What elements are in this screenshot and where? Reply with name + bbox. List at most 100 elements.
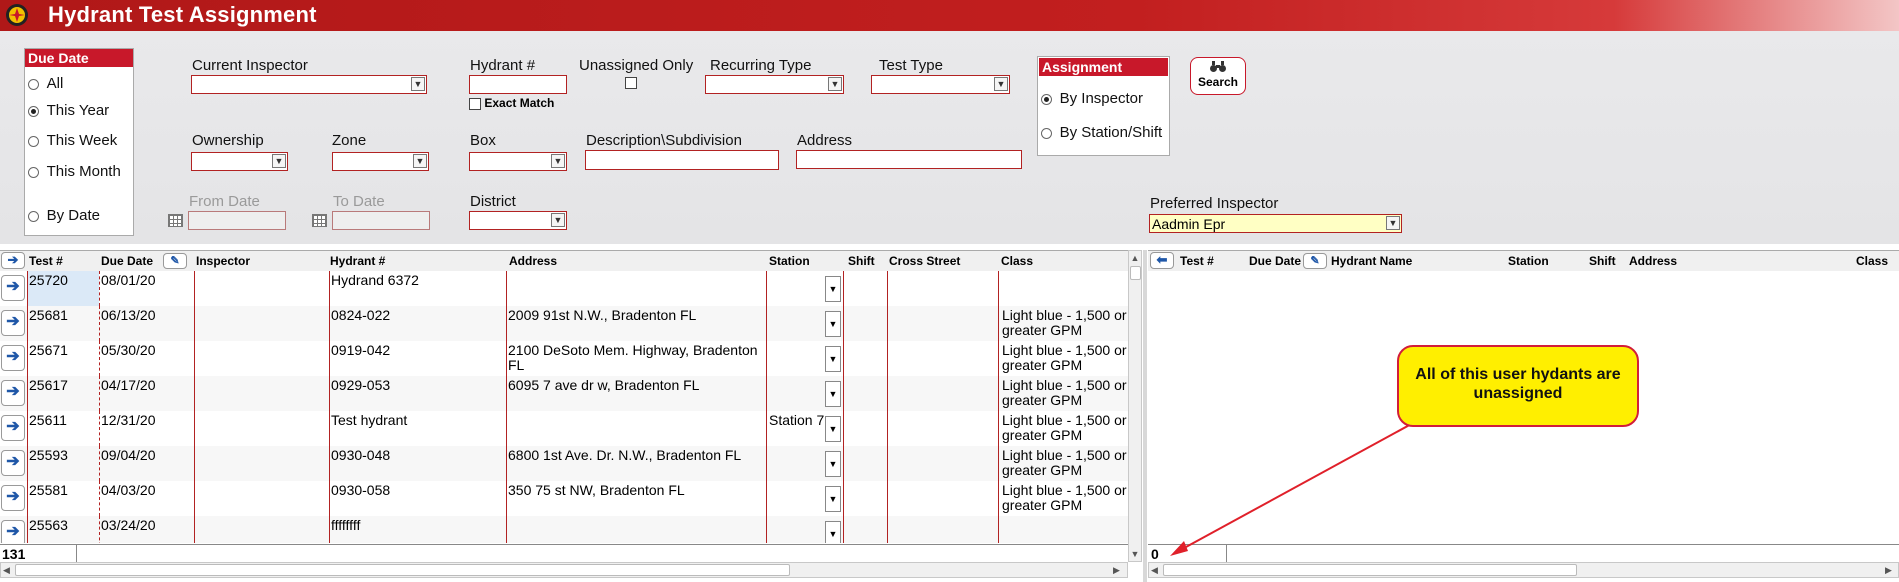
station-dropdown[interactable]: ▼ [825, 486, 841, 512]
column-header[interactable]: Address [1629, 254, 1677, 268]
due-date-option-by-date[interactable]: By Date [28, 207, 100, 224]
edit-pencil-icon[interactable]: ✎ [1303, 253, 1327, 269]
chevron-down-icon[interactable]: ▼ [551, 154, 565, 168]
station-dropdown[interactable]: ▼ [825, 311, 841, 337]
radio-by-station-shift[interactable] [1041, 128, 1052, 140]
assign-arrow-icon[interactable]: ➔ [1, 310, 25, 336]
chevron-down-icon[interactable]: ▼ [551, 213, 565, 227]
column-header[interactable]: Shift [848, 254, 875, 268]
radio-this-year[interactable] [28, 106, 39, 118]
column-header[interactable]: Station [1508, 254, 1549, 268]
column-header[interactable]: Due Date [1249, 254, 1301, 268]
table-row[interactable]: ➔ 25581 04/03/20 0930-058 350 75 st NW, Brad… [0, 481, 1128, 517]
scroll-thumb[interactable] [15, 564, 790, 576]
to-date-input[interactable] [332, 211, 430, 230]
table-row[interactable]: ➔ 25681 06/13/20 0824-022 2009 91st N.W., Br… [0, 306, 1128, 342]
unassigned-only-checkbox-wrap[interactable] [625, 74, 637, 89]
assign-arrow-icon[interactable]: ➔ [1, 380, 25, 406]
column-header[interactable]: Test # [29, 254, 63, 268]
exact-match-checkbox-wrap[interactable]: Exact Match [469, 96, 554, 110]
test-type-dropdown[interactable]: ▼ [871, 75, 1010, 94]
chevron-down-icon[interactable]: ▼ [1386, 216, 1400, 230]
column-header[interactable]: Hydrant # [330, 254, 385, 268]
column-header[interactable]: Due Date [101, 254, 153, 268]
column-header[interactable]: Cross Street [889, 254, 960, 268]
scroll-left-icon[interactable]: ◀ [3, 563, 10, 577]
radio-by-date[interactable] [28, 211, 39, 223]
table-row[interactable]: ➔ 25617 04/17/20 0929-053 6095 7 ave dr w, B… [0, 376, 1128, 412]
scroll-up-icon[interactable]: ▲ [1129, 251, 1141, 265]
assign-arrow-icon[interactable]: ➔ [1, 485, 25, 511]
column-header[interactable]: Class [1001, 254, 1033, 268]
scroll-thumb[interactable] [1163, 564, 1577, 576]
assignment-by-station-shift[interactable]: By Station/Shift [1041, 124, 1162, 141]
assignment-by-inspector[interactable]: By Inspector [1041, 90, 1143, 107]
right-horizontal-scrollbar[interactable]: ◀ ▶ [1148, 562, 1899, 578]
recurring-type-dropdown[interactable]: ▼ [705, 75, 844, 94]
chevron-down-icon[interactable]: ▼ [411, 77, 425, 91]
scroll-right-icon[interactable]: ▶ [1113, 563, 1120, 577]
scroll-down-icon[interactable]: ▼ [1129, 547, 1141, 561]
preferred-inspector-dropdown[interactable]: Aadmin Epr ▼ [1149, 214, 1402, 233]
hydrant-no-input[interactable] [469, 75, 567, 94]
column-header[interactable]: Class [1856, 254, 1888, 268]
edit-pencil-icon[interactable]: ✎ [163, 253, 187, 269]
search-button[interactable]: Search [1190, 57, 1246, 95]
scroll-left-icon[interactable]: ◀ [1151, 563, 1158, 577]
address-input[interactable] [796, 150, 1022, 169]
description-input[interactable] [585, 150, 779, 170]
radio-by-inspector[interactable] [1041, 94, 1052, 106]
station-dropdown[interactable]: ▼ [825, 276, 841, 302]
due-date-option-this-month[interactable]: This Month [28, 163, 121, 180]
zone-label: Zone [332, 132, 367, 149]
pane-splitter[interactable] [1143, 250, 1147, 582]
left-horizontal-scrollbar[interactable]: ◀ ▶ [0, 562, 1128, 578]
assign-arrow-icon[interactable]: ➔ [1, 345, 25, 371]
column-header[interactable]: Inspector [196, 254, 250, 268]
assign-arrow-icon[interactable]: ➔ [1, 520, 25, 543]
due-date-option-this-year[interactable]: This Year [28, 102, 109, 119]
column-header[interactable]: Hydrant Name [1331, 254, 1412, 268]
radio-this-month[interactable] [28, 167, 39, 179]
assign-arrow-icon[interactable]: ➔ [1, 450, 25, 476]
left-vertical-scrollbar[interactable]: ▲ ▼ [1128, 250, 1142, 562]
column-header[interactable]: Shift [1589, 254, 1616, 268]
table-row[interactable]: ➔ 25593 09/04/20 0930-048 6800 1st Ave. Dr. … [0, 446, 1128, 482]
radio-this-week[interactable] [28, 136, 39, 148]
calendar-icon[interactable] [168, 214, 183, 227]
scroll-right-icon[interactable]: ▶ [1885, 563, 1892, 577]
column-header[interactable]: Address [509, 254, 557, 268]
chevron-down-icon[interactable]: ▼ [272, 154, 286, 168]
from-date-input[interactable] [188, 211, 286, 230]
current-inspector-dropdown[interactable]: ▼ [191, 75, 427, 94]
chevron-down-icon[interactable]: ▼ [994, 77, 1008, 91]
table-row[interactable]: ➔ 25563 03/24/20 ffffffff ▼ [0, 516, 1128, 543]
station-dropdown[interactable]: ▼ [825, 521, 841, 543]
district-dropdown[interactable]: ▼ [469, 211, 567, 230]
station-dropdown[interactable]: ▼ [825, 346, 841, 372]
station-dropdown[interactable]: ▼ [825, 416, 841, 442]
assign-arrow-icon[interactable]: ➔ [1, 275, 25, 301]
column-header[interactable]: Station [769, 254, 810, 268]
ownership-dropdown[interactable]: ▼ [191, 152, 288, 171]
exact-match-checkbox[interactable] [469, 97, 481, 110]
radio-all[interactable] [28, 79, 39, 91]
box-dropdown[interactable]: ▼ [469, 152, 567, 171]
station-dropdown[interactable]: ▼ [825, 451, 841, 477]
unassign-all-button[interactable]: ⬅ [1150, 252, 1174, 269]
zone-dropdown[interactable]: ▼ [332, 152, 429, 171]
table-row[interactable]: ➔ 25671 05/30/20 0919-042 2100 DeSoto Mem. H… [0, 341, 1128, 377]
due-date-option-this-week[interactable]: This Week [28, 132, 117, 149]
due-date-option-all[interactable]: All [28, 75, 63, 92]
calendar-icon[interactable] [312, 214, 327, 227]
chevron-down-icon[interactable]: ▼ [828, 77, 842, 91]
assign-arrow-icon[interactable]: ➔ [1, 415, 25, 441]
table-row[interactable]: ➔ 25611 12/31/20 Test hydrant Station 7 Light… [0, 411, 1128, 447]
assign-all-button[interactable]: ➔ [1, 252, 25, 269]
chevron-down-icon[interactable]: ▼ [413, 154, 427, 168]
unassigned-only-checkbox[interactable] [625, 76, 637, 89]
scroll-thumb[interactable] [1130, 266, 1141, 280]
column-header[interactable]: Test # [1180, 254, 1214, 268]
station-dropdown[interactable]: ▼ [825, 381, 841, 407]
table-row[interactable]: ➔ 25720 08/01/20 Hydrand 6372 ▼ [0, 271, 1128, 307]
